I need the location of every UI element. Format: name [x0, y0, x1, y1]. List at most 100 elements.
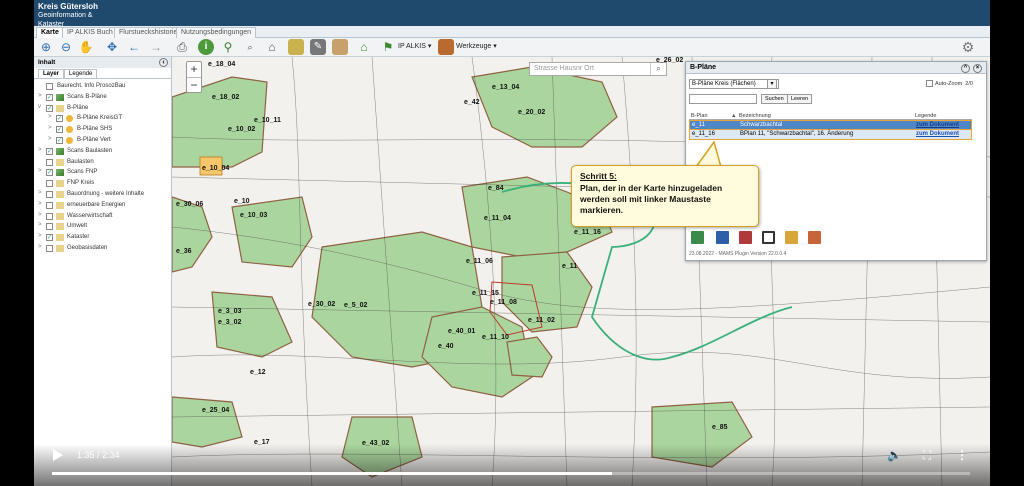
layer-item[interactable]: Baulasten: [34, 158, 171, 169]
layer-item[interactable]: > Bauordnung - weitere Inhalte: [34, 190, 171, 201]
more-options-icon[interactable]: ⋮: [955, 448, 969, 462]
werkzeuge-icon[interactable]: [438, 39, 454, 55]
layer-checkbox[interactable]: ✓: [46, 104, 53, 112]
layer-item[interactable]: > ✓ B-Pläne KreisGT: [34, 114, 171, 125]
layer-checkbox[interactable]: ✓: [46, 169, 53, 177]
video-progress-bar[interactable]: [52, 472, 970, 475]
ip-alkis-icon[interactable]: ⚑: [380, 39, 396, 55]
address-search-input[interactable]: Strasse Hausnr Ort ⌕: [529, 62, 667, 76]
info-icon[interactable]: i: [198, 39, 214, 55]
parcel-icon[interactable]: [332, 39, 348, 55]
chevron-right-icon[interactable]: >: [48, 125, 54, 131]
leeren-button[interactable]: Leeren: [787, 94, 813, 104]
chevron-right-icon[interactable]: >: [38, 147, 44, 153]
chevron-right-icon[interactable]: >: [38, 233, 44, 239]
map-zoom-out-button[interactable]: −: [187, 77, 201, 92]
chevron-right-icon[interactable]: >: [48, 114, 54, 120]
chevron-right-icon[interactable]: >: [38, 244, 44, 250]
back-arrow-icon[interactable]: ←: [126, 39, 142, 55]
plan-search-input[interactable]: [689, 94, 757, 104]
chevron-right-icon[interactable]: >: [38, 212, 44, 218]
tab-legende[interactable]: Legende: [64, 69, 98, 78]
layer-checkbox[interactable]: [46, 158, 53, 166]
ip-alkis-menu[interactable]: IP ALKIS ▾: [398, 42, 431, 50]
table-row[interactable]: e_11 Schwarzbachtal zum Dokument: [689, 120, 972, 130]
layer-item[interactable]: > ✓ Kataster: [34, 233, 171, 244]
map-zoom-in-button[interactable]: +: [187, 62, 201, 77]
chevron-right-icon[interactable]: >: [38, 93, 44, 99]
layer-checkbox[interactable]: [46, 244, 53, 252]
column-legende[interactable]: Legende: [915, 113, 936, 119]
tab-layer[interactable]: Layer: [38, 69, 65, 78]
layer-checkbox[interactable]: ✓: [46, 234, 53, 242]
layer-item[interactable]: > Geobasisdaten: [34, 244, 171, 255]
autozoom-toggle[interactable]: Auto-Zoom 2/0: [926, 80, 973, 87]
layer-checkbox[interactable]: [46, 190, 53, 198]
house-icon[interactable]: ⌂: [356, 39, 372, 55]
layer-item[interactable]: > ✓ Scans B-Pläne: [34, 93, 171, 104]
minimize-icon[interactable]: ^: [961, 64, 970, 73]
gear-icon[interactable]: ⚙: [960, 39, 976, 55]
layer-item[interactable]: > erneuerbare Energien: [34, 201, 171, 212]
volume-icon[interactable]: 🔈: [887, 448, 902, 462]
werkzeuge-menu[interactable]: Werkzeuge ▾: [456, 42, 497, 50]
layer-map-icon[interactable]: [288, 39, 304, 55]
layer-item[interactable]: v ✓ B-Pläne: [34, 104, 171, 115]
home-map-icon[interactable]: ⌂: [264, 39, 280, 55]
chevron-down-icon[interactable]: ▾: [767, 79, 777, 89]
layer-item[interactable]: > ✓ Scans Baulasten: [34, 147, 171, 158]
tab-nutzungsbedingungen[interactable]: Nutzungsbedingungen: [176, 27, 257, 38]
layer-item[interactable]: > ✓ B-Pläne SHS: [34, 125, 171, 136]
layer-checkbox[interactable]: [46, 83, 53, 90]
layer-checkbox[interactable]: [46, 223, 53, 231]
fullscreen-icon[interactable]: ⛶: [920, 448, 934, 462]
extent-icon[interactable]: [762, 231, 775, 244]
layer-item[interactable]: FNP Kreis: [34, 179, 171, 190]
pdf-search-icon[interactable]: ⌕: [242, 39, 258, 55]
layer-item[interactable]: > ✓ B-Pläne Vert: [34, 136, 171, 147]
chevron-right-icon[interactable]: >: [48, 136, 54, 142]
add-layer-icon[interactable]: [716, 231, 729, 244]
chevron-right-icon[interactable]: >: [38, 168, 44, 174]
document-link[interactable]: zum Dokument: [916, 131, 959, 137]
pan-hand-icon[interactable]: ✋: [78, 39, 94, 55]
layer-select[interactable]: B-Pläne Kreis (Flächen): [689, 79, 779, 89]
play-icon[interactable]: [52, 448, 64, 462]
search-icon[interactable]: ⌕: [650, 63, 666, 75]
layer-checkbox[interactable]: [46, 212, 53, 220]
layer-checkbox[interactable]: ✓: [46, 147, 53, 155]
chevron-down-icon[interactable]: v: [38, 104, 44, 110]
layer-checkbox[interactable]: [46, 180, 53, 188]
layer-checkbox[interactable]: ✓: [56, 115, 63, 123]
tab-flurstueckshistorie[interactable]: Flurstueckshistorie: [114, 27, 183, 38]
suchen-button[interactable]: Suchen: [761, 94, 788, 104]
autozoom-checkbox[interactable]: [926, 80, 933, 87]
layer-checkbox[interactable]: ✓: [46, 93, 53, 101]
layer-item[interactable]: > ✓ Scans FNP: [34, 168, 171, 179]
export-icon[interactable]: [785, 231, 798, 244]
layer-item[interactable]: > Wasserwirtschaft: [34, 212, 171, 223]
layer-checkbox[interactable]: [46, 201, 53, 209]
zoom-in-icon[interactable]: ⊕: [38, 39, 54, 55]
print-icon[interactable]: ⎙: [174, 39, 190, 55]
close-icon[interactable]: ×: [973, 64, 982, 73]
layer-item[interactable]: Baurecht. Info ProsozBau: [34, 82, 171, 93]
collapse-icon[interactable]: ‹: [159, 58, 168, 67]
zoom-to-plan-icon[interactable]: [691, 231, 704, 244]
forward-arrow-icon[interactable]: →: [148, 39, 164, 55]
document-link[interactable]: zum Dokument: [916, 122, 959, 128]
layer-checkbox[interactable]: ✓: [56, 136, 63, 144]
tab-karte[interactable]: Karte: [36, 27, 64, 38]
column-bplan[interactable]: B-Plan: [691, 113, 708, 119]
chevron-right-icon[interactable]: >: [38, 201, 44, 207]
sort-icon[interactable]: ▲: [731, 113, 736, 119]
layer-checkbox[interactable]: ✓: [56, 126, 63, 134]
map-pin-icon[interactable]: ⚲: [220, 39, 236, 55]
chevron-right-icon[interactable]: >: [38, 190, 44, 196]
measure-icon[interactable]: ✎: [310, 39, 326, 55]
layer-item[interactable]: > Umwelt: [34, 222, 171, 233]
chevron-right-icon[interactable]: >: [38, 222, 44, 228]
column-bezeichnung[interactable]: Bezeichnung: [739, 113, 771, 119]
zoom-out-icon[interactable]: ⊖: [58, 39, 74, 55]
tab-ip-alkis-buch[interactable]: IP ALKIS Buch: [62, 27, 118, 38]
